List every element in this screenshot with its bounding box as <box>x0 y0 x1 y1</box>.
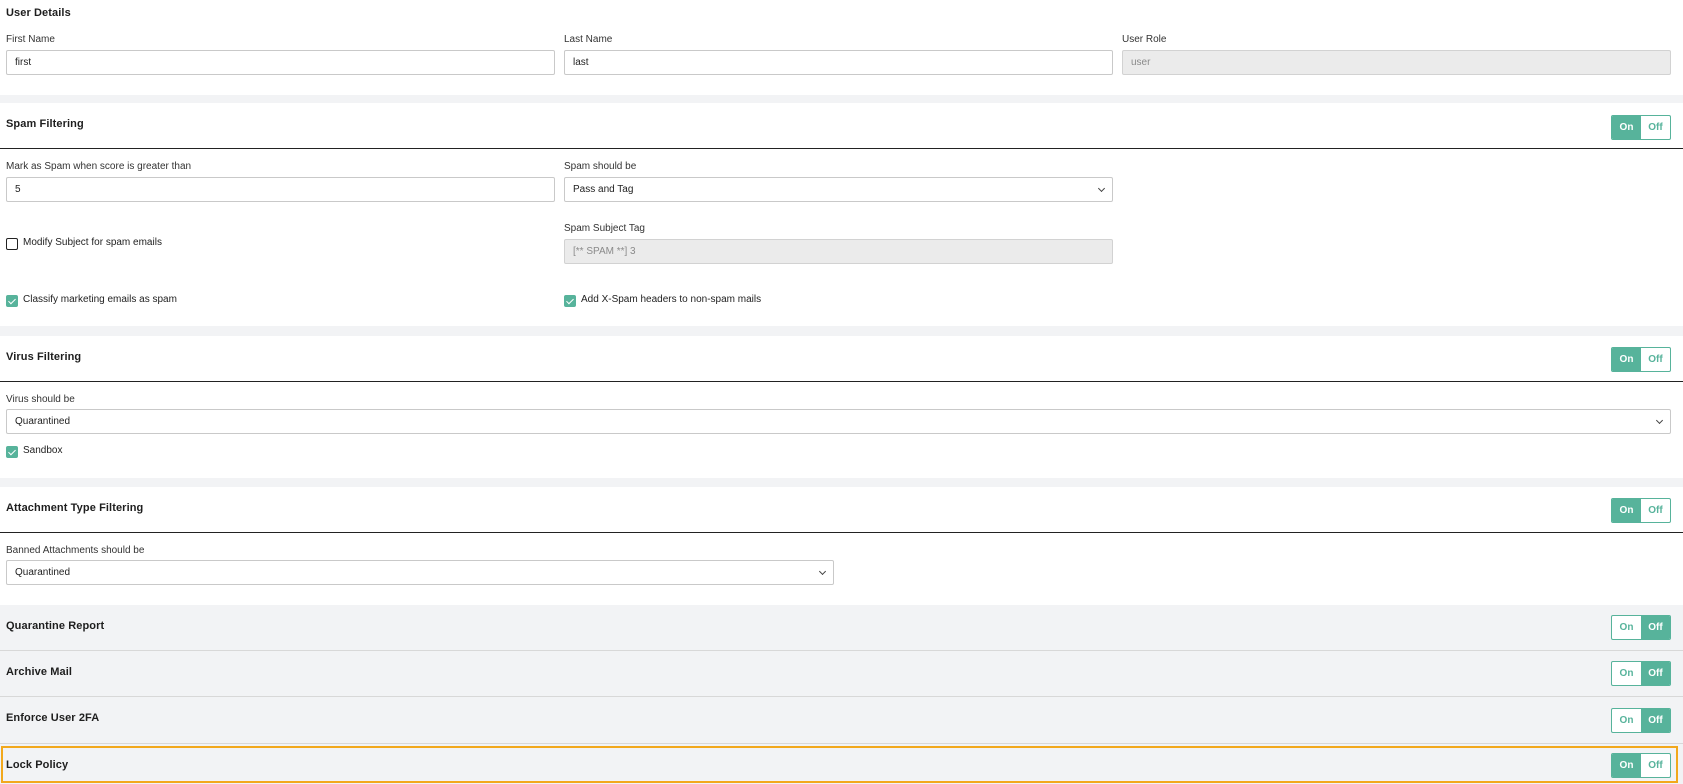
banned-attachments-value: Quarantined <box>15 567 71 578</box>
virus-filtering-title: Virus Filtering <box>6 351 82 363</box>
user-role-field: user <box>1122 50 1671 75</box>
spam-score-input[interactable]: 5 <box>6 177 555 202</box>
sandbox-checkbox[interactable] <box>6 446 18 458</box>
toggle-on-option[interactable]: On <box>1612 754 1641 777</box>
virus-action-select[interactable]: Quarantined <box>6 409 1671 434</box>
toggle-on-option[interactable]: On <box>1612 116 1641 139</box>
section-divider <box>0 381 1683 382</box>
toggle-off-option[interactable]: Off <box>1641 116 1670 139</box>
quarantine-report-title: Quarantine Report <box>6 620 105 632</box>
chevron-down-icon <box>819 569 826 576</box>
enforce-2fa-toggle[interactable]: On Off <box>1611 708 1671 733</box>
archive-mail-toggle[interactable]: On Off <box>1611 661 1671 686</box>
classify-marketing-checkbox[interactable] <box>6 295 18 307</box>
spam-filtering-panel: Spam Filtering On Off Mark as Spam when … <box>0 103 1683 326</box>
toggle-off-option[interactable]: Off <box>1641 616 1670 639</box>
enforce-2fa-row: Enforce User 2FA On Off <box>0 697 1683 744</box>
virus-action-value: Quarantined <box>15 416 71 427</box>
modify-subject-label: Modify Subject for spam emails <box>23 237 162 248</box>
first-name-label: First Name <box>6 34 55 45</box>
classify-marketing-label: Classify marketing emails as spam <box>23 294 177 305</box>
lock-policy-title: Lock Policy <box>6 759 69 771</box>
user-details-panel: User Details First Name first Last Name … <box>0 0 1683 95</box>
xspam-headers-checkbox[interactable] <box>564 295 576 307</box>
attachment-filtering-title: Attachment Type Filtering <box>6 502 144 514</box>
virus-filtering-panel: Virus Filtering On Off Virus should be Q… <box>0 336 1683 478</box>
toggle-on-option[interactable]: On <box>1612 499 1641 522</box>
spam-action-value: Pass and Tag <box>573 184 634 195</box>
archive-mail-row: Archive Mail On Off <box>0 651 1683 697</box>
toggle-off-option[interactable]: Off <box>1641 709 1670 732</box>
user-details-title: User Details <box>6 7 71 19</box>
virus-filtering-toggle[interactable]: On Off <box>1611 347 1671 372</box>
toggle-on-option[interactable]: On <box>1612 348 1641 371</box>
toggle-on-option[interactable]: On <box>1612 616 1641 639</box>
sandbox-label: Sandbox <box>23 445 63 456</box>
attachment-filtering-toggle[interactable]: On Off <box>1611 498 1671 523</box>
toggle-off-option[interactable]: Off <box>1641 499 1670 522</box>
lock-policy-row: Lock Policy On Off <box>0 746 1683 784</box>
spam-filtering-toggle[interactable]: On Off <box>1611 115 1671 140</box>
banned-attachments-label: Banned Attachments should be <box>6 545 145 556</box>
quarantine-report-row: Quarantine Report On Off <box>0 605 1683 651</box>
quarantine-report-toggle[interactable]: On Off <box>1611 615 1671 640</box>
enforce-2fa-title: Enforce User 2FA <box>6 712 100 724</box>
spam-action-label: Spam should be <box>564 161 637 172</box>
spam-score-label: Mark as Spam when score is greater than <box>6 161 192 172</box>
toggle-off-option[interactable]: Off <box>1641 348 1670 371</box>
banned-attachments-select[interactable]: Quarantined <box>6 560 834 585</box>
spam-subject-tag-label: Spam Subject Tag <box>564 223 645 234</box>
section-divider <box>0 148 1683 149</box>
lock-policy-toggle[interactable]: On Off <box>1611 753 1671 778</box>
chevron-down-icon <box>1098 186 1105 193</box>
toggle-off-option[interactable]: Off <box>1641 754 1670 777</box>
attachment-filtering-panel: Attachment Type Filtering On Off Banned … <box>0 487 1683 605</box>
user-role-label: User Role <box>1122 34 1167 45</box>
modify-subject-checkbox[interactable] <box>6 238 18 250</box>
toggle-on-option[interactable]: On <box>1612 662 1641 685</box>
chevron-down-icon <box>1656 418 1663 425</box>
last-name-label: Last Name <box>564 34 613 45</box>
xspam-headers-label: Add X-Spam headers to non-spam mails <box>581 294 762 305</box>
spam-subject-tag-input: [** SPAM **] 3 <box>564 239 1113 264</box>
toggle-off-option[interactable]: Off <box>1641 662 1670 685</box>
toggle-on-option[interactable]: On <box>1612 709 1641 732</box>
archive-mail-title: Archive Mail <box>6 666 73 678</box>
virus-action-label: Virus should be <box>6 394 75 405</box>
section-divider <box>0 532 1683 533</box>
last-name-field[interactable]: last <box>564 50 1113 75</box>
spam-action-select[interactable]: Pass and Tag <box>564 177 1113 202</box>
first-name-field[interactable]: first <box>6 50 555 75</box>
spam-filtering-title: Spam Filtering <box>6 118 84 130</box>
